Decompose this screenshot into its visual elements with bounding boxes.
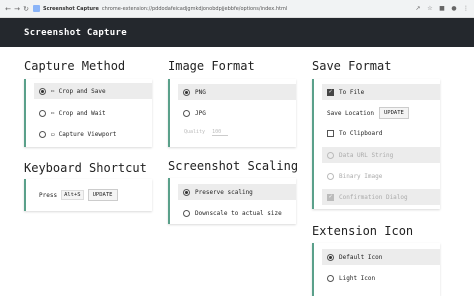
checkbox-icon[interactable]: ✓ — [327, 88, 334, 96]
checkbox-icon[interactable] — [327, 129, 334, 137]
option-data-url[interactable]: Data URL String — [322, 147, 440, 163]
keyboard-shortcut-card: Press Alt+S UPDATE — [24, 179, 152, 211]
forward-icon[interactable]: → — [13, 3, 21, 15]
radio-icon[interactable] — [183, 88, 190, 96]
capture-method-title: Capture Method — [24, 59, 126, 73]
save-location-row: Save Location UPDATE — [322, 105, 440, 121]
option-crop-and-wait[interactable]: ✂ Crop and Wait — [34, 105, 152, 121]
share-icon[interactable]: ↗ — [414, 5, 422, 13]
update-location-button[interactable]: UPDATE — [378, 107, 409, 119]
shortcut-keys: Alt+S — [61, 190, 84, 200]
menu-icon[interactable]: ⋮ — [462, 5, 470, 13]
option-to-clipboard[interactable]: To Clipboard — [322, 125, 440, 141]
screenshot-scaling-title: Screenshot Scaling — [168, 159, 299, 173]
radio-icon[interactable] — [327, 253, 334, 261]
radio-icon[interactable] — [39, 130, 46, 138]
extension-icon-card: Default Icon Light Icon — [312, 243, 440, 296]
option-capture-viewport[interactable]: ▭ Capture Viewport — [34, 126, 152, 142]
extension-icon-title: Extension Icon — [312, 224, 414, 238]
radio-icon[interactable] — [327, 274, 334, 282]
option-downscale[interactable]: Downscale to actual size — [178, 205, 296, 221]
save-format-title: Save Format — [312, 59, 392, 73]
radio-icon[interactable] — [39, 87, 46, 95]
quality-field: Quality 100 — [184, 129, 229, 136]
keyboard-shortcut-title: Keyboard Shortcut — [24, 161, 147, 175]
back-icon[interactable]: ← — [4, 3, 12, 15]
tab-title: Screenshot Capture — [43, 5, 99, 12]
viewport-icon: ▭ — [51, 130, 55, 138]
screenshot-scaling-card: Preserve scaling Downscale to actual siz… — [168, 178, 296, 224]
radio-icon[interactable] — [327, 151, 334, 159]
option-jpg[interactable]: JPG — [178, 105, 296, 121]
radio-icon[interactable] — [327, 172, 334, 180]
image-format-title: Image Format — [168, 59, 255, 73]
quality-input[interactable]: 100 — [212, 129, 229, 136]
radio-icon[interactable] — [39, 109, 46, 117]
radio-icon[interactable] — [183, 209, 190, 217]
radio-icon[interactable] — [183, 109, 190, 117]
save-format-card: ✓ To File Save Location UPDATE To Clipbo… — [312, 79, 440, 209]
option-light-icon[interactable]: Light Icon — [322, 270, 440, 286]
checkbox-icon[interactable]: ✓ — [327, 193, 334, 201]
reload-icon[interactable]: ↻ — [22, 3, 30, 15]
image-format-card: PNG JPG Quality 100 — [168, 79, 296, 147]
option-binary-image[interactable]: Binary Image — [322, 168, 440, 184]
radio-icon[interactable] — [183, 188, 190, 196]
option-confirmation-dialog[interactable]: ✓ Confirmation Dialog — [322, 189, 440, 205]
profile-icon[interactable]: ● — [450, 5, 458, 13]
star-icon[interactable]: ☆ — [426, 5, 434, 13]
extension-icon — [33, 5, 40, 12]
crop-icon: ✂ — [51, 87, 55, 95]
crop-icon: ✂ — [51, 109, 55, 117]
update-shortcut-button[interactable]: UPDATE — [87, 189, 118, 201]
app-header: Screenshot Capture — [0, 18, 474, 47]
page-title: Screenshot Capture — [24, 27, 127, 38]
option-default-icon[interactable]: Default Icon — [322, 249, 440, 265]
option-crop-and-save[interactable]: ✂ Crop and Save — [34, 83, 152, 99]
option-preserve-scaling[interactable]: Preserve scaling — [178, 184, 296, 200]
capture-method-card: ✂ Crop and Save ✂ Crop and Wait ▭ Captur… — [24, 79, 152, 147]
address-bar[interactable]: chrome-extension://pddodafeicadjgmkdjono… — [102, 6, 410, 12]
option-png[interactable]: PNG — [178, 84, 296, 100]
shortcut-row: Press Alt+S UPDATE — [34, 187, 152, 203]
browser-toolbar: ← → ↻ Screenshot Capture chrome-extensio… — [0, 0, 474, 18]
extensions-icon[interactable]: ■ — [438, 5, 446, 13]
option-to-file[interactable]: ✓ To File — [322, 84, 440, 100]
